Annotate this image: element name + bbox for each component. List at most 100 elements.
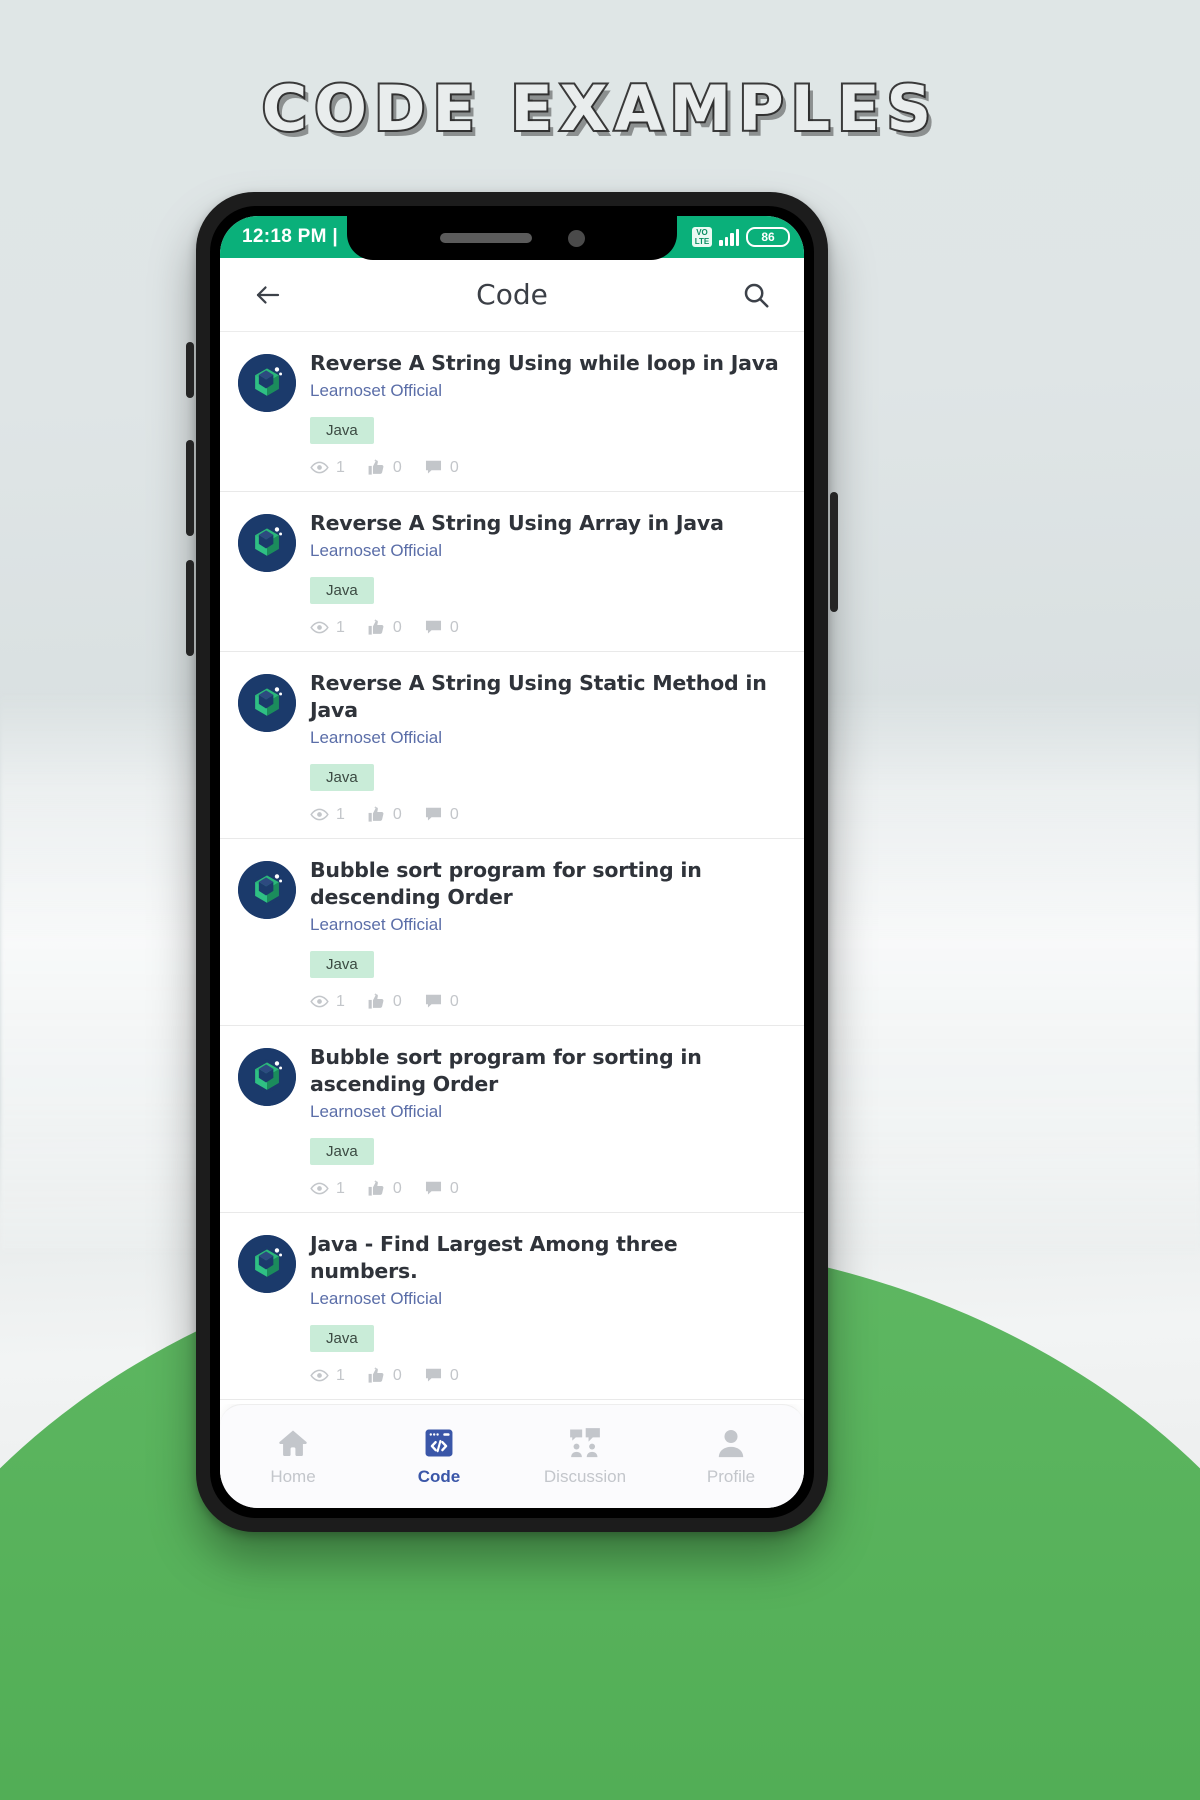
- views-stat: 1: [310, 618, 345, 637]
- likes-stat[interactable]: 0: [367, 1366, 402, 1385]
- list-item-author[interactable]: Learnoset Official: [310, 381, 786, 401]
- comments-stat[interactable]: 0: [424, 992, 459, 1011]
- home-icon[interactable]: [276, 1426, 310, 1460]
- eye-icon: [310, 805, 329, 824]
- thumbs-up-icon[interactable]: [367, 1366, 386, 1385]
- list-item-body: Reverse A String Using while loop in Jav…: [310, 350, 786, 477]
- list-item-stats: 1 0 0: [310, 618, 786, 637]
- phone-button-left-3: [186, 560, 194, 656]
- status-time: 12:18 PM |: [242, 226, 338, 247]
- thumbs-up-icon[interactable]: [367, 618, 386, 637]
- list-item-body: Reverse A String Using Static Method in …: [310, 670, 786, 824]
- list-item-title: Reverse A String Using while loop in Jav…: [310, 351, 779, 375]
- eye-icon: [310, 1179, 329, 1198]
- arrow-left-icon[interactable]: [246, 273, 290, 317]
- list-item[interactable]: Java - Find Largest Among three numbers.…: [220, 1213, 804, 1401]
- comment-icon[interactable]: [424, 458, 443, 477]
- views-count: 1: [336, 458, 345, 476]
- bottom-nav-label: Home: [270, 1467, 316, 1486]
- list-item-author[interactable]: Learnoset Official: [310, 728, 786, 748]
- learnoset-logo-icon: [238, 1235, 296, 1294]
- comment-icon[interactable]: [424, 992, 443, 1011]
- list-item-stats: 1 0 0: [310, 1366, 786, 1385]
- bottom-nav-item-discussion[interactable]: Discussion: [512, 1426, 658, 1487]
- comment-icon[interactable]: [424, 1366, 443, 1385]
- views-stat: 1: [310, 1179, 345, 1198]
- phone-button-left-2: [186, 440, 194, 536]
- list-item-author[interactable]: Learnoset Official: [310, 541, 786, 561]
- list-item-body: Bubble sort program for sorting in desce…: [310, 857, 786, 1011]
- code-list[interactable]: Reverse A String Using while loop in Jav…: [220, 332, 804, 1404]
- list-item[interactable]: Bubble sort program for sorting in desce…: [220, 839, 804, 1027]
- views-count: 1: [336, 1366, 345, 1384]
- comments-stat[interactable]: 0: [424, 1366, 459, 1385]
- list-item-stats: 1 0 0: [310, 992, 786, 1011]
- views-count: 1: [336, 618, 345, 636]
- comments-stat[interactable]: 0: [424, 1179, 459, 1198]
- likes-count: 0: [392, 805, 402, 823]
- discussion-people-icon[interactable]: [568, 1426, 602, 1460]
- volte-icon: VO LTE: [692, 227, 712, 247]
- bottom-nav-item-code[interactable]: Code: [366, 1426, 512, 1487]
- language-tag[interactable]: Java: [310, 417, 374, 445]
- app-bar: Code: [220, 258, 804, 332]
- list-item-body: Java - Find Largest Among three numbers.…: [310, 1231, 786, 1385]
- likes-stat[interactable]: 0: [367, 1179, 402, 1198]
- list-item-title: Bubble sort program for sorting in desce…: [310, 858, 702, 910]
- eye-icon: [310, 618, 329, 637]
- phone-notch: [347, 216, 677, 260]
- earpiece-speaker: [439, 233, 532, 243]
- comment-icon[interactable]: [424, 618, 443, 637]
- learnoset-logo-icon: [238, 861, 296, 920]
- code-window-icon[interactable]: [422, 1426, 456, 1460]
- views-stat: 1: [310, 805, 345, 824]
- phone-bezel: 12:18 PM | VO LTE 86 Code Reverse A Stri…: [210, 206, 814, 1518]
- likes-stat[interactable]: 0: [367, 458, 402, 477]
- bottom-navigation: Home Code Discussion Profile: [220, 1404, 804, 1508]
- bottom-nav-item-profile[interactable]: Profile: [658, 1426, 804, 1487]
- views-count: 1: [336, 992, 345, 1010]
- person-icon[interactable]: [714, 1426, 748, 1460]
- language-tag[interactable]: Java: [310, 951, 374, 979]
- eye-icon: [310, 458, 329, 477]
- list-item[interactable]: Reverse A String Using Array in Java Lea…: [220, 492, 804, 653]
- list-item[interactable]: Reverse A String Using while loop in Jav…: [220, 332, 804, 493]
- comments-stat[interactable]: 0: [424, 805, 459, 824]
- list-item[interactable]: Bubble sort program for sorting in ascen…: [220, 1026, 804, 1214]
- search-icon[interactable]: [734, 273, 778, 317]
- list-item-author[interactable]: Learnoset Official: [310, 915, 786, 935]
- likes-count: 0: [392, 992, 402, 1010]
- front-camera: [567, 229, 585, 247]
- language-tag[interactable]: Java: [310, 577, 374, 605]
- comment-icon[interactable]: [424, 805, 443, 824]
- comment-icon[interactable]: [424, 1179, 443, 1198]
- language-tag[interactable]: Java: [310, 1138, 374, 1166]
- likes-stat[interactable]: 0: [367, 805, 402, 824]
- learnoset-logo-icon: [238, 674, 296, 733]
- comments-stat[interactable]: 0: [424, 618, 459, 637]
- eye-icon: [310, 992, 329, 1011]
- comments-count: 0: [449, 618, 459, 636]
- thumbs-up-icon[interactable]: [367, 458, 386, 477]
- page-title: CODE EXAMPLES: [260, 70, 939, 147]
- status-icons: VO LTE 86: [692, 227, 790, 247]
- list-item-title: Reverse A String Using Array in Java: [310, 511, 724, 536]
- likes-stat[interactable]: 0: [367, 992, 402, 1011]
- comments-count: 0: [449, 992, 459, 1010]
- language-tag[interactable]: Java: [310, 764, 374, 792]
- comments-count: 0: [449, 1179, 459, 1197]
- bottom-nav-item-home[interactable]: Home: [220, 1426, 366, 1487]
- comments-stat[interactable]: 0: [424, 458, 459, 477]
- thumbs-up-icon[interactable]: [367, 1179, 386, 1198]
- language-tag[interactable]: Java: [310, 1325, 374, 1353]
- comments-count: 0: [449, 805, 459, 823]
- list-item-author[interactable]: Learnoset Official: [310, 1289, 786, 1309]
- likes-count: 0: [392, 458, 402, 476]
- likes-stat[interactable]: 0: [367, 618, 402, 637]
- thumbs-up-icon[interactable]: [367, 805, 386, 824]
- list-item-author[interactable]: Learnoset Official: [310, 1102, 786, 1122]
- views-count: 1: [336, 1179, 345, 1197]
- views-stat: 1: [310, 458, 345, 477]
- list-item[interactable]: Reverse A String Using Static Method in …: [220, 652, 804, 840]
- thumbs-up-icon[interactable]: [367, 992, 386, 1011]
